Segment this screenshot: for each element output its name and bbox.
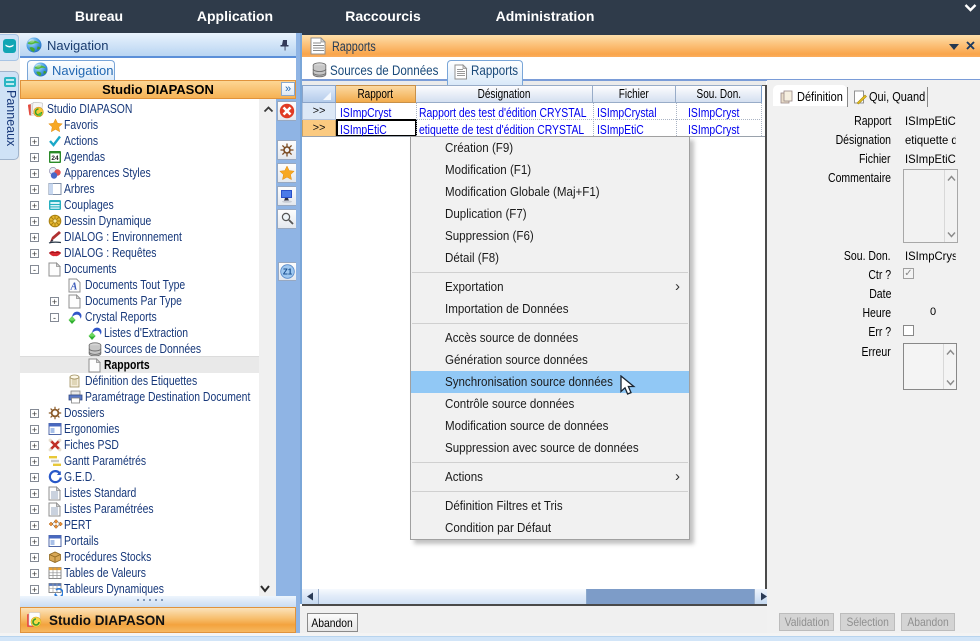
svg-text:24: 24 <box>51 155 59 162</box>
svg-text:Z1: Z1 <box>283 268 293 277</box>
svg-text:A: A <box>70 282 78 293</box>
